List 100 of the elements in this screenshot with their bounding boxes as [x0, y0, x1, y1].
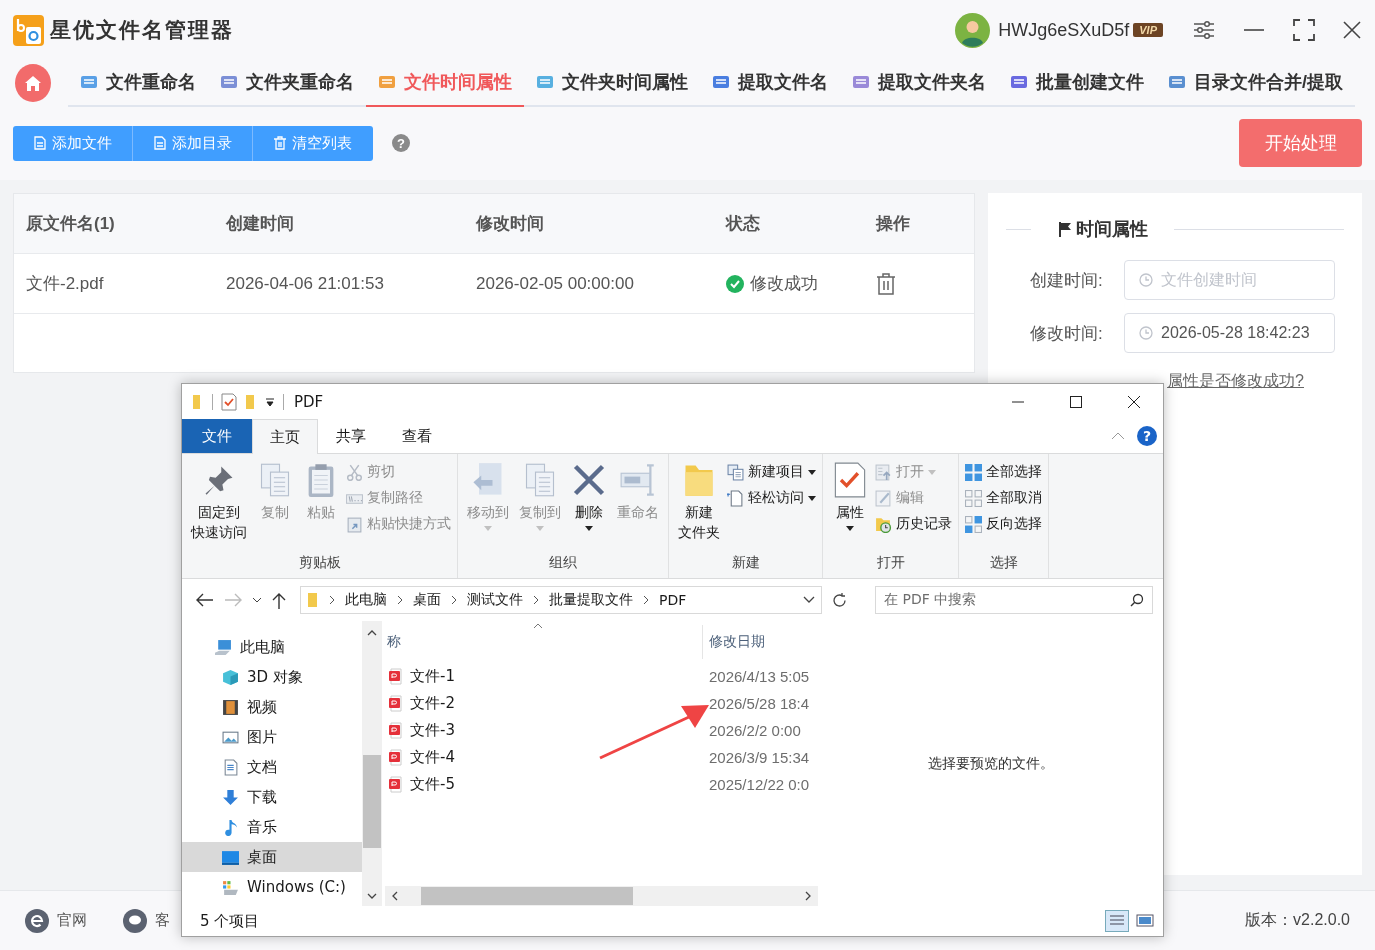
help-button[interactable]: ? — [1137, 426, 1157, 446]
group-label: 打开 — [875, 554, 906, 572]
tab[interactable]: 文件夹重命名 — [208, 59, 366, 107]
file-item[interactable]: 文件-3 — [385, 721, 455, 740]
address-bar[interactable]: 此电脑 桌面 测试文件 批量提取文件 PDF — [300, 586, 822, 614]
up-arrow-icon[interactable] — [272, 591, 286, 609]
ribbon-button[interactable]: 删除 — [568, 460, 610, 554]
window-title: PDF — [294, 392, 324, 411]
breadcrumb[interactable]: 测试文件 — [467, 591, 523, 609]
document-icon — [536, 74, 554, 90]
back-icon[interactable] — [196, 593, 214, 607]
refresh-icon[interactable] — [832, 592, 847, 608]
field-label: 修改时间: — [1030, 322, 1104, 345]
file-item[interactable]: 文件-2 — [385, 694, 455, 713]
grid-mixed-icon — [965, 515, 982, 533]
checked-document-icon[interactable] — [221, 392, 237, 411]
breadcrumb[interactable]: 此电脑 — [345, 591, 387, 609]
breadcrumb[interactable]: PDF — [659, 592, 687, 608]
chevron-down-icon[interactable] — [252, 596, 262, 604]
column-header: 操作 — [874, 213, 911, 235]
ribbon-tab[interactable]: 文件 — [182, 419, 252, 453]
ribbon-tab[interactable]: 主页 — [252, 419, 318, 454]
tab[interactable]: 提取文件名 — [700, 59, 840, 107]
close-icon[interactable] — [1343, 21, 1361, 39]
open-icon — [875, 463, 892, 481]
nav-item[interactable]: 桌面 — [182, 842, 362, 872]
nav-item[interactable]: 此电脑 — [182, 632, 362, 662]
column-header: 创建时间 — [225, 213, 295, 235]
maximize-icon[interactable] — [1069, 394, 1083, 409]
date-cell-text: 2026/2/2 0:00 — [708, 722, 801, 739]
table-cell-text: 2026-04-06 21:01:53 — [225, 273, 385, 294]
tab[interactable]: 文件重命名 — [68, 59, 208, 107]
avatar-icon[interactable] — [955, 12, 991, 48]
ribbon-button[interactable]: 轻松访问 — [727, 486, 816, 510]
column-header[interactable]: 修改日期 — [702, 625, 818, 659]
nav-item[interactable]: Windows (C:) — [182, 872, 362, 902]
chevron-right-icon[interactable] — [804, 891, 812, 901]
date-cell-text: 2026/5/28 18:4 — [708, 695, 810, 712]
file-item[interactable]: 文件-5 — [385, 775, 455, 794]
sort-caret-icon — [533, 623, 543, 629]
shortcut-icon — [346, 515, 363, 533]
column-header[interactable]: 称 — [385, 633, 702, 651]
chat-icon — [123, 908, 147, 933]
close-icon[interactable] — [1127, 394, 1141, 409]
pdf-file-icon — [388, 722, 404, 739]
trash-icon[interactable] — [876, 272, 896, 295]
date-cell-text: 2026/4/13 5:05 — [708, 668, 810, 685]
dropdown-icon[interactable] — [265, 396, 275, 407]
scrollbar[interactable] — [385, 886, 818, 906]
ribbon-button[interactable]: 属性 — [829, 460, 871, 554]
scrollbar[interactable] — [362, 621, 382, 906]
ribbon-button[interactable]: 新建项目 — [727, 460, 816, 484]
nav-item[interactable]: 3D 对象 — [182, 662, 362, 692]
new-item-icon — [727, 463, 744, 481]
status-text: 修改成功 — [750, 273, 818, 295]
tab[interactable]: 批量创建文件 — [998, 59, 1156, 107]
chevron-down-icon[interactable] — [803, 596, 815, 604]
chevron-icon — [397, 595, 403, 605]
nav-item[interactable]: 音乐 — [182, 812, 362, 842]
trash-icon — [274, 136, 286, 150]
chevron-left-icon[interactable] — [391, 891, 399, 901]
group-label: 剪贴板 — [297, 554, 342, 572]
settings-icon[interactable] — [1193, 20, 1215, 40]
document-icon — [852, 74, 870, 90]
ribbon-button[interactable]: 全部选择 — [965, 460, 1042, 484]
search-field[interactable]: 在 PDF 中搜索 — [875, 586, 1153, 614]
collapse-icon[interactable] — [1111, 431, 1125, 441]
nav-item[interactable]: 视频 — [182, 692, 362, 722]
file-item[interactable]: 文件-4 — [385, 748, 455, 767]
nav-item[interactable]: 图片 — [182, 722, 362, 752]
breadcrumb[interactable]: 批量提取文件 — [549, 591, 633, 609]
panel-title: 时间属性 — [1059, 217, 1148, 241]
tab[interactable]: 目录文件合并/提取 — [1156, 59, 1355, 107]
file-item[interactable]: 文件-1 — [385, 667, 455, 686]
pdf-file-icon — [388, 749, 404, 766]
ribbon-button[interactable]: 固定到 快速访问 — [188, 460, 250, 554]
history-icon — [875, 515, 892, 533]
ribbon-tab[interactable]: 共享 — [318, 419, 384, 453]
ribbon-button[interactable]: 新建 文件夹 — [675, 460, 723, 554]
document-icon — [80, 74, 98, 90]
footer-link[interactable]: 客 — [155, 911, 170, 930]
chevron-up-icon[interactable] — [367, 629, 377, 637]
tab[interactable]: 文件夹时间属性 — [524, 59, 700, 107]
datetime-field[interactable]: 2026-05-28 18:42:23 — [1124, 313, 1335, 353]
grid-outline-icon — [965, 489, 982, 507]
chevron-down-icon[interactable] — [367, 892, 377, 900]
table-cell-text: 2026-02-05 00:00:00 — [475, 273, 635, 294]
footer-link[interactable]: 官网 — [57, 911, 87, 930]
breadcrumb[interactable]: 桌面 — [413, 591, 441, 609]
date-cell-text: 2025/12/22 0:0 — [708, 776, 810, 793]
ribbon-button[interactable]: 全部取消 — [965, 486, 1042, 510]
ribbon-button[interactable]: 历史记录 — [875, 512, 952, 536]
ribbon-button[interactable]: 反向选择 — [965, 512, 1042, 536]
tab[interactable]: 提取文件夹名 — [840, 59, 998, 107]
nav-item[interactable]: 文档 — [182, 752, 362, 782]
home-button[interactable] — [15, 64, 51, 102]
nav-item[interactable]: 下载 — [182, 782, 362, 812]
maximize-icon[interactable] — [1293, 19, 1315, 41]
help-link[interactable]: 属性是否修改成功? — [1167, 371, 1304, 392]
ribbon-tab[interactable]: 查看 — [384, 419, 450, 453]
